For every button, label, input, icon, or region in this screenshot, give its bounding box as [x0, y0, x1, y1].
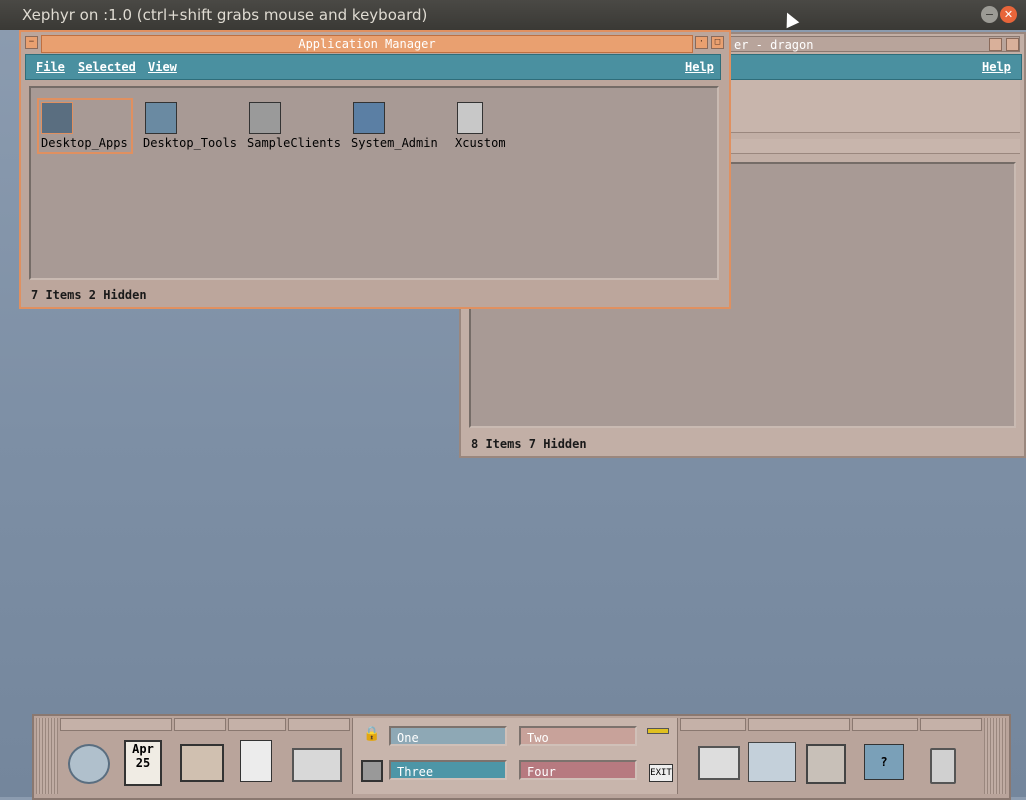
calendar-month: Apr: [132, 742, 154, 756]
subpanel-tab[interactable]: [60, 718, 172, 731]
subpanel-tab[interactable]: [288, 718, 350, 731]
view-menu[interactable]: View: [148, 60, 177, 74]
desktop-apps-label: Desktop_Apps: [41, 136, 128, 150]
help-menu[interactable]: Help: [685, 60, 714, 74]
panel-right-handle[interactable]: [984, 718, 1006, 794]
cde-front-panel: Apr 25 🔒 One Two Three Four EXIT ?: [32, 714, 1011, 800]
file-manager-help-menu[interactable]: Help: [982, 60, 1011, 74]
workspace-switch: 🔒 One Two Three Four EXIT: [352, 718, 678, 794]
file-manager-drawer-icon[interactable]: [180, 744, 224, 782]
workspace-three-button[interactable]: Three: [389, 760, 507, 780]
text-editor-icon[interactable]: [240, 740, 272, 782]
help-manager-icon[interactable]: ?: [864, 744, 904, 780]
calendar-day: 25: [135, 756, 151, 770]
workspace-four-button[interactable]: Four: [519, 760, 637, 780]
printer-icon[interactable]: [698, 746, 740, 780]
file-manager-status: 8 Items 7 Hidden: [471, 437, 587, 451]
file-menu[interactable]: File: [36, 60, 65, 74]
window-menu-button[interactable]: −: [25, 36, 38, 49]
style-manager-icon[interactable]: [748, 742, 796, 782]
host-window-title: Xephyr on :1.0 (ctrl+shift grabs mouse a…: [22, 6, 428, 24]
selected-menu[interactable]: Selected: [78, 60, 136, 74]
application-group-pane[interactable]: Desktop_Apps Desktop_Tools SampleClients…: [29, 86, 719, 280]
subpanel-tab[interactable]: [748, 718, 850, 731]
workspace-one-button[interactable]: One: [389, 726, 507, 746]
application-manager-status: 7 Items 2 Hidden: [31, 288, 147, 302]
file-manager-title: er - dragon: [734, 38, 814, 52]
application-manager-titlebar[interactable]: Application Manager: [41, 35, 693, 53]
desktop-apps-icon: [41, 102, 73, 134]
back-window-minimize-button[interactable]: [989, 38, 1002, 51]
application-manager-menubar: File Selected View Help: [25, 54, 721, 80]
subpanel-arrow-tab[interactable]: [852, 718, 918, 731]
workspace-two-button[interactable]: Two: [519, 726, 637, 746]
application-manager-window[interactable]: − Application Manager · □ File Selected …: [19, 30, 731, 309]
trash-can-icon[interactable]: [930, 748, 956, 784]
mailer-icon[interactable]: [292, 748, 342, 782]
system-admin-label: System_Admin: [351, 136, 438, 150]
minimize-button[interactable]: ·: [695, 36, 708, 49]
clock-icon[interactable]: [68, 744, 110, 784]
application-manager-icon[interactable]: [806, 744, 846, 784]
sample-clients-item[interactable]: SampleClients: [247, 100, 343, 150]
subpanel-tab[interactable]: [174, 718, 226, 731]
desktop-tools-label: Desktop_Tools: [143, 136, 237, 150]
desktop-apps-item[interactable]: Desktop_Apps: [37, 98, 133, 154]
desktop-tools-item[interactable]: Desktop_Tools: [143, 100, 239, 150]
xcustom-label: Xcustom: [455, 136, 506, 150]
system-admin-item[interactable]: System_Admin: [351, 100, 447, 150]
host-titlebar: Xephyr on :1.0 (ctrl+shift grabs mouse a…: [0, 0, 1026, 30]
lock-icon[interactable]: 🔒: [363, 726, 380, 742]
exit-button[interactable]: EXIT: [649, 764, 673, 782]
desktop-tools-icon: [145, 102, 177, 134]
subpanel-tab[interactable]: [920, 718, 982, 731]
subpanel-arrow-tab[interactable]: [680, 718, 746, 731]
sample-clients-icon: [249, 102, 281, 134]
calendar-icon[interactable]: Apr 25: [124, 740, 162, 786]
xcustom-item[interactable]: Xcustom: [455, 100, 535, 150]
subpanel-arrow-tab[interactable]: [228, 718, 286, 731]
panel-left-handle[interactable]: [36, 718, 58, 794]
host-minimize-button[interactable]: −: [981, 6, 998, 23]
busy-indicator-icon: [361, 760, 383, 782]
maximize-button[interactable]: □: [711, 36, 724, 49]
application-manager-title: Application Manager: [298, 37, 436, 51]
sample-clients-label: SampleClients: [247, 136, 341, 150]
system-admin-icon: [353, 102, 385, 134]
workspace-indicator-icon: [647, 728, 669, 734]
host-close-button[interactable]: ✕: [1000, 6, 1017, 23]
back-window-maximize-button[interactable]: [1006, 38, 1019, 51]
xcustom-document-icon: [457, 102, 483, 134]
